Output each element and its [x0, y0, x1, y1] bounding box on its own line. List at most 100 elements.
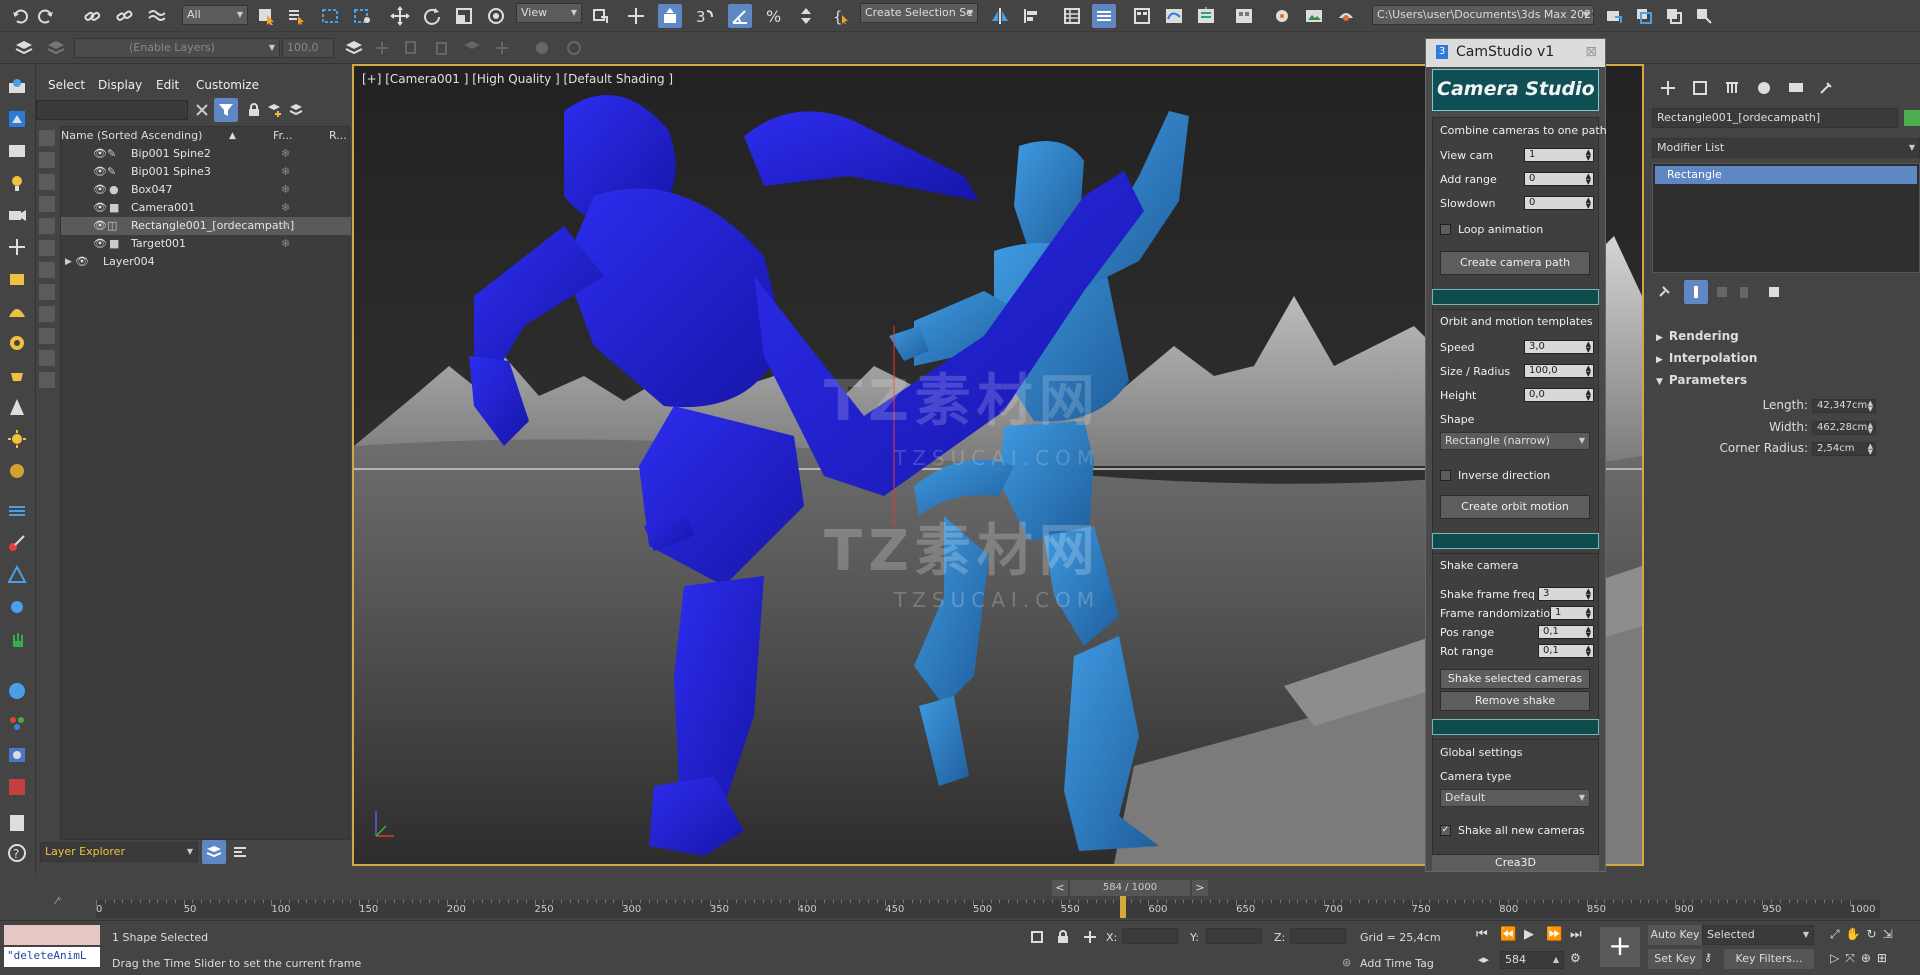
filter-cameras-icon[interactable] [39, 196, 55, 212]
torus-tool-icon[interactable] [6, 332, 28, 354]
shape-dropdown[interactable]: Rectangle (narrow) ▼ [1440, 432, 1590, 450]
freeze-icon[interactable]: ❄ [281, 199, 290, 217]
shake-selected-cameras-button[interactable]: Shake selected cameras [1440, 669, 1590, 689]
bind-spacewarp-icon[interactable] [144, 4, 168, 28]
align-icon[interactable] [1020, 4, 1044, 28]
menu-edit[interactable]: Edit [156, 78, 179, 92]
filter-containers-icon[interactable] [39, 328, 55, 344]
layer-plus-icon[interactable] [370, 36, 394, 60]
close-icon[interactable]: ⊠ [1585, 39, 1597, 65]
eye-icon[interactable]: 👁 [93, 181, 107, 199]
list-item-layer[interactable]: ▶ 👁 Layer004 [61, 253, 351, 271]
expand-arrow-icon[interactable]: ▶ [65, 253, 72, 271]
add-time-tag[interactable]: Add Time Tag [1360, 957, 1434, 970]
project-set-icon[interactable] [1692, 4, 1716, 28]
list-item[interactable]: 👁 ■ Camera001 ❄ [61, 199, 351, 217]
create-tab-icon[interactable] [1656, 76, 1680, 100]
paint-tool-icon[interactable] [6, 532, 28, 554]
modifier-list-dropdown[interactable]: Modifier List ▼ [1652, 138, 1920, 158]
eye-icon[interactable]: 👁 [93, 145, 107, 163]
column-header-render[interactable]: R... [329, 127, 347, 145]
script-tool-icon[interactable] [6, 812, 28, 834]
layer-dropdown[interactable]: (Enable Layers) ▼ [74, 38, 280, 58]
isolate-selection-icon[interactable] [1025, 925, 1049, 949]
spinner-snap-icon[interactable] [794, 4, 818, 28]
viewport-label[interactable]: [+] [Camera001 ] [High Quality ] [Defaul… [362, 72, 673, 86]
filter-groups-icon[interactable] [39, 262, 55, 278]
edit-named-selection-icon[interactable]: { [830, 4, 854, 28]
camera-tool-icon[interactable] [6, 204, 28, 226]
render-tool-icon[interactable] [6, 140, 28, 162]
filter-icon[interactable] [214, 98, 238, 122]
maxscript-listener-input[interactable]: "deleteAnimL [4, 947, 100, 967]
sun-tool-icon[interactable] [6, 428, 28, 450]
select-object-icon[interactable] [254, 4, 278, 28]
eye-icon[interactable]: 👁 [93, 163, 107, 181]
percent-snap-icon[interactable]: % [762, 4, 786, 28]
column-header-name[interactable]: Name (Sorted Ascending) [61, 127, 202, 145]
height-spinner[interactable]: 0,0 ▲ ▼ [1524, 388, 1594, 402]
viewport-nav-icons-bottom[interactable]: ▷⤧⊕⊞ [1830, 951, 1893, 966]
layer-stack-icon[interactable] [44, 36, 68, 60]
speed-spinner[interactable]: 3,0 ▲ ▼ [1524, 340, 1594, 354]
select-manipulate-icon[interactable] [624, 4, 648, 28]
rot-range-spinner[interactable]: 0,1 ▲ ▼ [1538, 644, 1594, 658]
crea3d-footer[interactable]: Crea3D [1432, 855, 1599, 871]
freeze-icon[interactable]: ❄ [281, 181, 290, 199]
explorer-options-icon[interactable] [228, 840, 252, 864]
loop-animation-checkbox[interactable] [1440, 224, 1451, 235]
make-unique-icon[interactable] [1710, 280, 1734, 304]
create-orbit-motion-button[interactable]: Create orbit motion [1440, 495, 1590, 519]
time-ruler[interactable]: 0 50 100 150 200 250 300 350 400 450 500 550 600 650 7… [96, 896, 1880, 918]
ball-tool-icon[interactable] [6, 680, 28, 702]
list-item-selected[interactable]: 👁 ◫ Rectangle001_[ordecampath] ❄ [61, 217, 351, 235]
layer-render-icon[interactable] [562, 36, 586, 60]
absolute-mode-icon[interactable] [1078, 925, 1102, 949]
layer-copy-icon[interactable] [400, 36, 424, 60]
unlink-icon[interactable] [112, 4, 136, 28]
rollout-parameters[interactable]: ▼ Parameters [1656, 373, 1914, 393]
project-folder-icon[interactable] [1662, 4, 1686, 28]
placement-icon[interactable] [484, 4, 508, 28]
filter-bones-icon[interactable] [39, 306, 55, 322]
layer-value-field[interactable]: 100,0 [282, 38, 334, 58]
create-camera-path-button[interactable]: Create camera path [1440, 251, 1590, 275]
eye-icon[interactable]: 👁 [75, 253, 89, 271]
layer-explorer-icon[interactable] [202, 840, 226, 864]
go-to-end-button[interactable]: ⏭ [1570, 927, 1582, 942]
layers-list-icon[interactable] [284, 98, 308, 122]
render-frame-tool-icon[interactable] [6, 776, 28, 798]
keyboard-shortcut-override-icon[interactable] [658, 4, 682, 28]
toggle-layer-explorer-icon[interactable] [1092, 4, 1116, 28]
render-production-icon[interactable] [1334, 4, 1358, 28]
layer-freeze-icon[interactable] [460, 36, 484, 60]
freeze-icon[interactable]: ❄ [281, 163, 290, 181]
menu-select[interactable]: Select [48, 78, 85, 92]
set-key-big-button[interactable]: + [1600, 927, 1640, 967]
corner-radius-spinner[interactable]: 2,54cm ▲ ▼ [1812, 442, 1876, 456]
schematic-view-icon[interactable] [1194, 4, 1218, 28]
frame-randomization-spinner[interactable]: 1 ▲ ▼ [1550, 606, 1594, 620]
hierarchy-tab-icon[interactable] [1720, 76, 1744, 100]
filter-hidden-icon[interactable] [39, 372, 55, 388]
key-icon[interactable]: ⚷ [1704, 951, 1712, 964]
hand-tool-icon[interactable] [6, 628, 28, 650]
freeze-icon[interactable]: ❄ [281, 235, 290, 253]
camera-type-dropdown[interactable]: Default ▼ [1440, 789, 1590, 807]
filter-frozen-icon[interactable] [39, 350, 55, 366]
next-frame-button[interactable]: > [1192, 880, 1208, 896]
redo-icon[interactable] [34, 4, 58, 28]
view-cam-spinner[interactable]: 1 ▲ ▼ [1524, 148, 1594, 162]
material-editor-icon[interactable] [1232, 4, 1256, 28]
key-selection-dropdown[interactable]: Selected ▼ [1702, 925, 1814, 945]
modify-tab-icon[interactable] [1688, 76, 1712, 100]
palette-tool-icon[interactable] [6, 712, 28, 734]
freeze-icon[interactable]: ❄ [281, 145, 290, 163]
link-icon[interactable] [80, 4, 104, 28]
pivot-center-icon[interactable] [588, 4, 612, 28]
list-item[interactable]: 👁 ✎ Bip001 Spine2 ❄ [61, 145, 351, 163]
project-path-dropdown[interactable]: C:\Users\user\Documents\3ds Max 2021 ▼ [1372, 5, 1594, 25]
freeze-icon[interactable]: ❄ [281, 217, 290, 235]
menu-customize[interactable]: Customize [196, 78, 259, 92]
length-spinner[interactable]: 42,347cm ▲ ▼ [1812, 399, 1876, 413]
